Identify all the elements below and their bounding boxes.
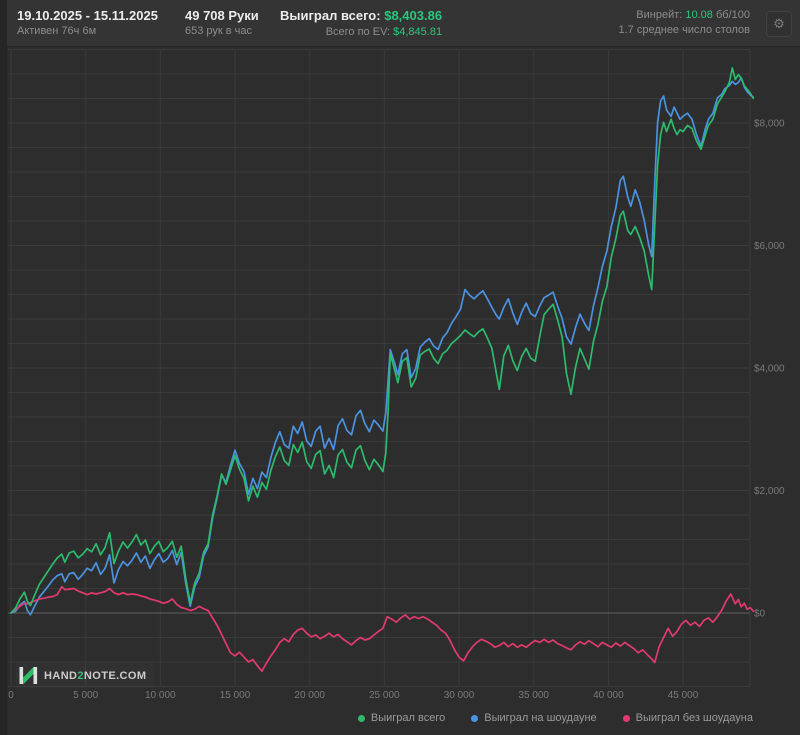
svg-text:5 000: 5 000 bbox=[73, 690, 98, 701]
settings-button[interactable]: ⚙ bbox=[766, 11, 792, 37]
svg-text:20 000: 20 000 bbox=[294, 690, 325, 701]
winrate-value: 10.08 bbox=[685, 9, 713, 21]
hands-per-hour: 653 рук в час bbox=[185, 25, 253, 37]
legend-item-won-showdown: Выиграл на шоудауне bbox=[471, 712, 597, 724]
svg-text:35 000: 35 000 bbox=[518, 690, 549, 701]
stats-header: 19.10.2025 - 15.11.2025 Активен 76ч 6м 4… bbox=[7, 0, 800, 47]
hand2note-results-window: $0 $2,000 $4,000 $6,000 $8,000 0 5 000 10 000 15… bbox=[0, 0, 800, 735]
green-series-dot-icon bbox=[357, 714, 365, 722]
hand2note-logo: HAND2NOTE.COM bbox=[16, 663, 154, 688]
winrate-unit: бб/100 bbox=[715, 9, 750, 21]
date-range-block: 19.10.2025 - 15.11.2025 Активен 76ч 6м bbox=[17, 7, 158, 39]
won-total-block: Выиграл всего: $8,403.86 Всего по EV: $4… bbox=[280, 7, 442, 40]
gear-icon: ⚙ bbox=[773, 16, 785, 31]
svg-text:25 000: 25 000 bbox=[369, 690, 400, 701]
svg-text:0: 0 bbox=[8, 690, 14, 701]
winnings-graph[interactable]: $0 $2,000 $4,000 $6,000 $8,000 0 5 000 10 000 15… bbox=[0, 0, 800, 735]
winrate-label: Винрейт: bbox=[636, 9, 683, 21]
svg-text:$6,000: $6,000 bbox=[754, 241, 785, 252]
active-duration: Активен 76ч 6м bbox=[17, 25, 97, 37]
legend-item-won-total: Выиграл всего bbox=[357, 712, 445, 724]
ev-total-value: $4,845.81 bbox=[393, 26, 443, 38]
svg-text:$4,000: $4,000 bbox=[754, 364, 785, 375]
svg-text:$2,000: $2,000 bbox=[754, 486, 785, 497]
chart-legend: Выиграл всего Выиграл на шоудауне Выигра… bbox=[357, 712, 753, 724]
avg-tables: 1.7 среднее число столов bbox=[618, 24, 750, 36]
winrate-block: Винрейт: 10.08 бб/100 1.7 среднее число … bbox=[618, 8, 750, 38]
svg-text:30 000: 30 000 bbox=[444, 690, 475, 701]
hand2note-logo-text: HAND2NOTE.COM bbox=[44, 669, 147, 682]
svg-text:40 000: 40 000 bbox=[593, 690, 624, 701]
svg-text:$8,000: $8,000 bbox=[754, 119, 785, 130]
svg-text:15 000: 15 000 bbox=[220, 690, 251, 701]
won-total-label: Выиграл всего: bbox=[280, 8, 381, 23]
svg-text:$0: $0 bbox=[754, 609, 766, 620]
hand2note-logo-icon bbox=[19, 667, 38, 685]
hands-block: 49 708 Руки 653 рук в час bbox=[185, 7, 259, 39]
date-range: 19.10.2025 - 15.11.2025 bbox=[17, 8, 158, 23]
hands-count: 49 708 Руки bbox=[185, 8, 259, 23]
svg-text:10 000: 10 000 bbox=[145, 690, 176, 701]
legend-item-won-non-showdown: Выиграл без шоудауна bbox=[622, 712, 753, 724]
ev-total-label: Всего по EV: bbox=[325, 26, 391, 38]
pink-series-dot-icon bbox=[622, 714, 630, 722]
won-total-value: $8,403.86 bbox=[384, 8, 443, 23]
svg-text:45 000: 45 000 bbox=[668, 690, 699, 701]
blue-series-dot-icon bbox=[471, 714, 479, 722]
